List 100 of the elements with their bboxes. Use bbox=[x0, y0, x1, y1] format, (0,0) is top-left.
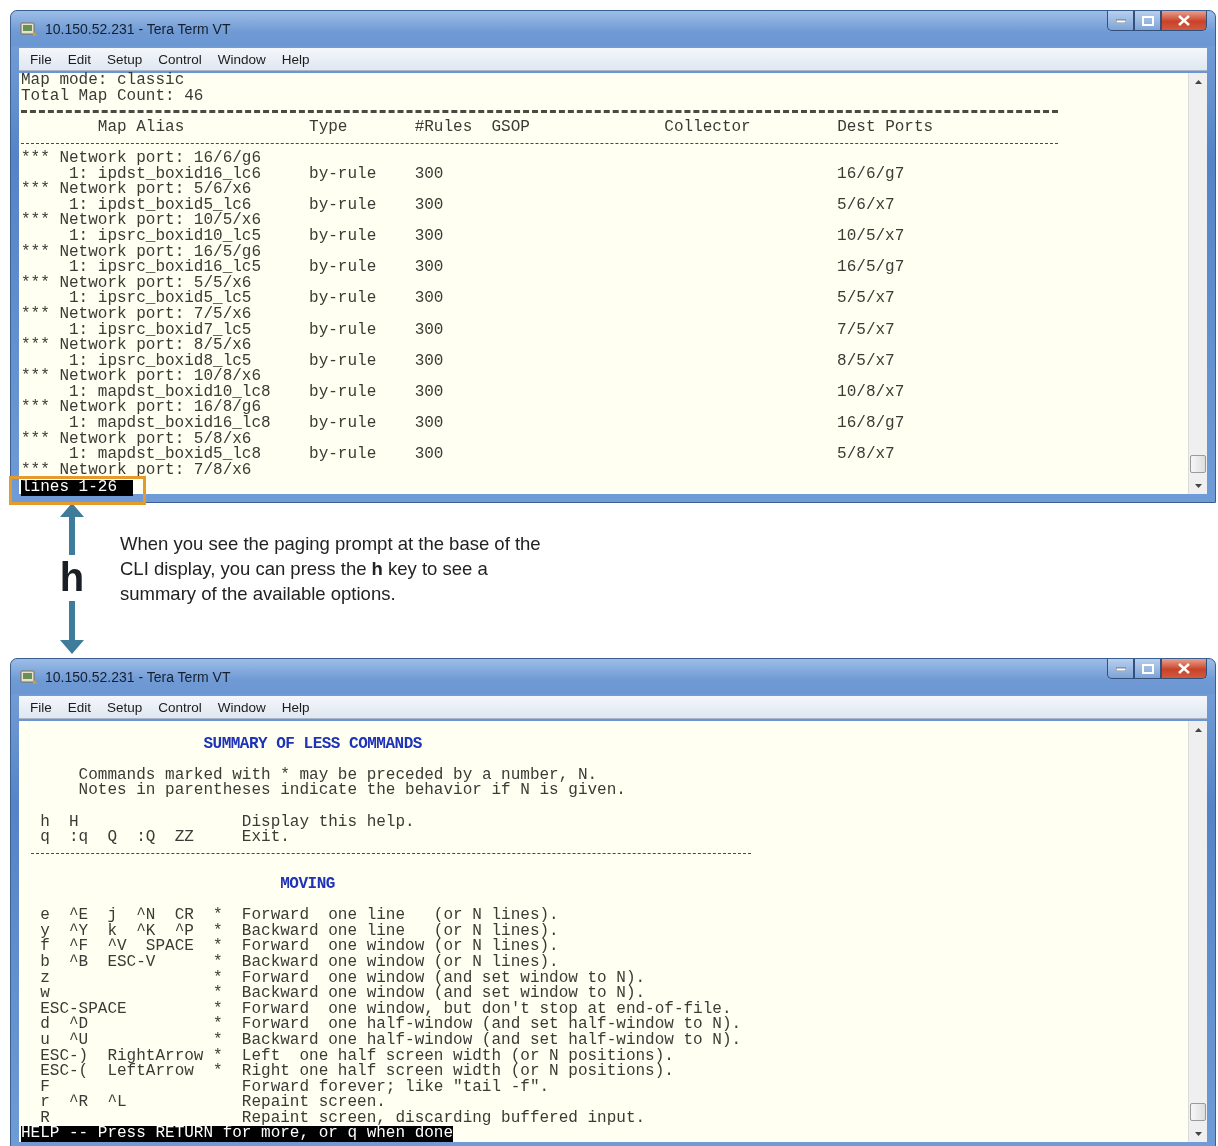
command-description: Repaint screen. bbox=[241, 1095, 386, 1111]
down-arrow bbox=[60, 601, 84, 655]
table-cell-text: by-rule bbox=[309, 197, 378, 214]
maximize-icon bbox=[1141, 663, 1154, 674]
table-cell-text: 1: mapdst_boxid16_lc8 bbox=[69, 416, 272, 432]
menu-item[interactable]: Setup bbox=[100, 51, 150, 67]
section-heading: SUMMARY OF LESS COMMANDS bbox=[203, 736, 422, 753]
table-cell-text: 300 bbox=[414, 166, 445, 183]
terminal-line: *** Network port: 8/5/x6 bbox=[21, 338, 253, 354]
maximize-button[interactable] bbox=[1134, 11, 1161, 31]
pager-prompt: HELP -- Press RETURN for more, or q when done bbox=[21, 1126, 454, 1143]
table-cell: 16/5/g7 bbox=[837, 260, 905, 276]
minimize-button[interactable] bbox=[1107, 659, 1134, 680]
table-cell-text: 1: mapdst_boxid5_lc8 bbox=[69, 447, 263, 463]
repeat-marker: * bbox=[213, 986, 224, 1002]
close-icon bbox=[1178, 663, 1190, 675]
section-heading: MOVING bbox=[280, 876, 335, 893]
table-cell-text: by-rule bbox=[309, 260, 378, 276]
menu-item[interactable]: File bbox=[23, 51, 59, 67]
menu-item[interactable]: Setup bbox=[100, 699, 150, 715]
column-header: Map Alias bbox=[97, 119, 186, 136]
table-cell: 5/5/x7 bbox=[837, 291, 895, 307]
repeat-marker: * bbox=[213, 1064, 224, 1080]
column-header: #Rules bbox=[414, 119, 474, 136]
table-cell-text: by-rule bbox=[309, 447, 378, 463]
menu-item[interactable]: Edit bbox=[60, 699, 99, 715]
table-cell-text: 300 bbox=[414, 447, 445, 463]
triangle-down-icon bbox=[1194, 1131, 1202, 1136]
command-keys: b ^B ESC-V bbox=[40, 954, 214, 971]
command-keys: f ^F ^V SPACE bbox=[40, 939, 214, 955]
column-header: GSOP bbox=[491, 119, 531, 136]
menu-item[interactable]: Window bbox=[210, 51, 273, 67]
menu-item[interactable]: Help bbox=[274, 699, 317, 715]
table-cell-text: 300 bbox=[414, 291, 445, 307]
terminal-line: *** Network port: 10/8/x6 bbox=[21, 369, 262, 385]
command-description: Forward one half-window (and set half-window to N). bbox=[241, 1017, 742, 1033]
triangle-up-icon bbox=[1194, 79, 1202, 84]
scrollbar[interactable] bbox=[1188, 721, 1207, 1143]
command-description: Right one half screen width (or N positions). bbox=[241, 1064, 674, 1080]
table-cell: 5/6/x7 bbox=[837, 197, 895, 214]
pager-prompt: lines 1-26 bbox=[21, 480, 133, 497]
menu-item[interactable]: Edit bbox=[60, 51, 99, 67]
terminal-line: Notes in parentheses indicate the behavior if N is given. bbox=[78, 783, 626, 799]
annotation-text: When you see the paging prompt at the base of the CLI display, you can press the h key to see a summary of the available options. bbox=[120, 532, 542, 607]
up-arrow bbox=[60, 503, 84, 556]
command-keys: z bbox=[40, 970, 214, 987]
maximize-button[interactable] bbox=[1134, 659, 1161, 680]
column-header: Collector bbox=[664, 119, 752, 136]
command-keys: R bbox=[40, 1110, 214, 1127]
command-keys: e ^E j ^N CR bbox=[40, 908, 214, 924]
menu-item[interactable]: Window bbox=[210, 699, 273, 715]
command-description: Exit. bbox=[241, 830, 290, 846]
command-keys: h H bbox=[40, 814, 242, 831]
close-button[interactable] bbox=[1161, 11, 1207, 31]
window-title: 10.150.52.231 - Tera Term VT bbox=[45, 20, 231, 37]
table-cell: 5/8/x7 bbox=[837, 447, 895, 463]
command-keys: d ^D bbox=[40, 1017, 214, 1033]
command-description: Display this help. bbox=[241, 814, 415, 831]
table-cell-text: by-rule bbox=[309, 228, 378, 245]
terminal-line: *** Network port: 5/6/x6 bbox=[21, 182, 252, 198]
table-cell: 7/5/x7 bbox=[837, 322, 895, 339]
command-keys: w bbox=[40, 986, 214, 1002]
table-cell-text: 1: ipdst_boxid16_lc6 bbox=[69, 166, 263, 183]
table-cell-text: by-rule bbox=[309, 416, 378, 432]
terminal-line: *** Network port: 7/8/x6 bbox=[21, 462, 252, 479]
scrollbar-thumb[interactable] bbox=[1190, 455, 1206, 474]
table-cell-text: 1: ipsrc_boxid16_lc5 bbox=[69, 260, 263, 276]
terminal-line: *** Network port: 10/5/x6 bbox=[21, 213, 263, 229]
table-cell-text: by-rule bbox=[309, 353, 378, 370]
menu-item[interactable]: File bbox=[23, 699, 59, 715]
minimize-icon bbox=[1115, 666, 1126, 671]
maximize-icon bbox=[1141, 15, 1154, 26]
table-cell: 10/8/x7 bbox=[837, 384, 905, 401]
menu-item[interactable]: Control bbox=[151, 51, 209, 67]
scrollbar[interactable] bbox=[1188, 73, 1207, 495]
table-cell-text: by-rule bbox=[309, 384, 378, 401]
table-cell-text: by-rule bbox=[309, 291, 378, 307]
command-description: Forward one line (or N lines). bbox=[241, 908, 559, 924]
repeat-marker: * bbox=[213, 954, 224, 971]
triangle-up-icon bbox=[1194, 727, 1202, 732]
terminal-line: Total Map Count: 46 bbox=[21, 88, 205, 105]
table-cell-text: 300 bbox=[414, 260, 445, 276]
table-cell-text: 300 bbox=[414, 384, 445, 401]
command-keys: ESC-( LeftArrow bbox=[40, 1064, 214, 1080]
menu-item[interactable]: Control bbox=[151, 699, 209, 715]
table-cell: 16/6/g7 bbox=[837, 166, 905, 183]
key-label: h bbox=[59, 557, 85, 598]
repeat-marker: * bbox=[213, 1017, 224, 1033]
command-keys: u ^U bbox=[40, 1032, 214, 1049]
close-button[interactable] bbox=[1161, 659, 1207, 680]
minimize-button[interactable] bbox=[1107, 11, 1134, 31]
command-description: Backward one window (and set window to N). bbox=[241, 986, 646, 1002]
column-header: Dest Ports bbox=[837, 119, 934, 136]
table-cell-text: by-rule bbox=[309, 322, 378, 339]
repeat-marker: * bbox=[213, 908, 224, 924]
table-cell-text: 1: ipsrc_boxid7_lc5 bbox=[69, 322, 253, 339]
scrollbar-thumb[interactable] bbox=[1190, 1103, 1206, 1122]
table-cell-text: 300 bbox=[414, 228, 445, 245]
menu-item[interactable]: Help bbox=[274, 51, 317, 67]
command-keys: q :q Q :Q ZZ bbox=[40, 830, 242, 846]
